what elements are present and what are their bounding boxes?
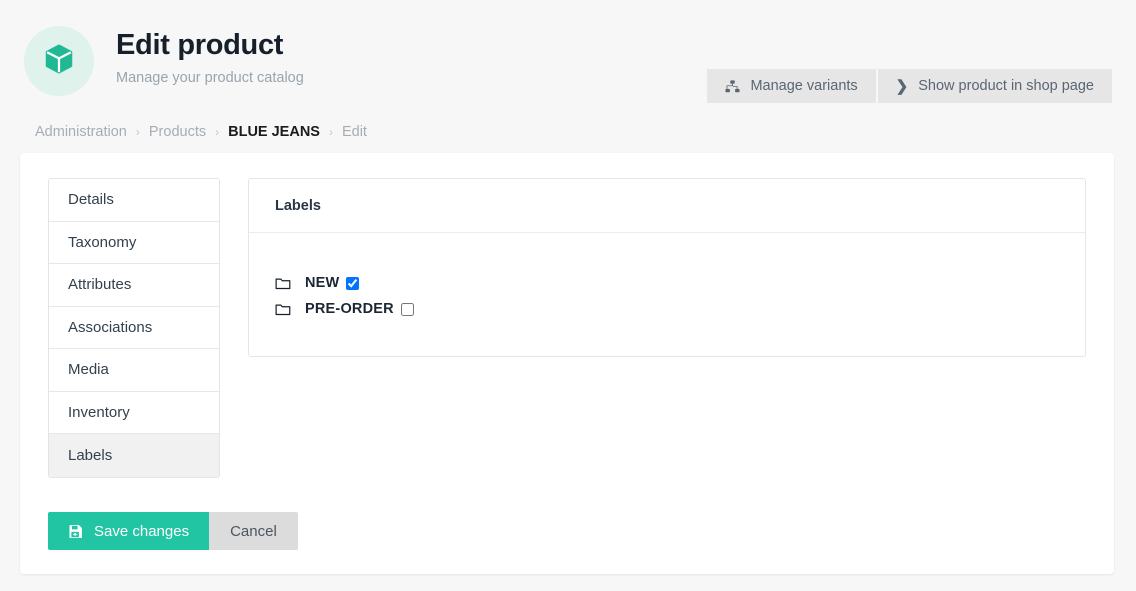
tab-label: Labels [68, 446, 113, 464]
manage-variants-label: Manage variants [750, 78, 858, 94]
sidebar-item-media[interactable]: Media [49, 349, 219, 392]
save-disk-icon [68, 524, 83, 539]
save-changes-label: Save changes [94, 522, 190, 540]
page-header: Edit product Manage your product catalog… [0, 0, 1136, 118]
brand-text: Edit product Manage your product catalog [116, 26, 304, 86]
sidebar-item-details[interactable]: Details [49, 179, 219, 222]
brand: Edit product Manage your product catalog [24, 26, 304, 96]
box-cube-icon [42, 42, 76, 81]
label-checkbox-pre-order[interactable] [400, 302, 414, 316]
label-row: NEW [275, 270, 1059, 296]
cancel-button[interactable]: Cancel [209, 512, 298, 550]
sidebar-item-inventory[interactable]: Inventory [49, 391, 219, 434]
breadcrumb-item-edit[interactable]: Edit [342, 124, 367, 140]
show-product-label: Show product in shop page [918, 78, 1094, 94]
folder-icon [275, 277, 292, 290]
breadcrumb-separator: › [215, 125, 220, 139]
labels-panel: Labels NEW PRE-ORDER [248, 178, 1086, 357]
breadcrumb: Administration › Products › BLUE JEANS ›… [35, 124, 367, 140]
app-logo [24, 26, 94, 96]
manage-variants-button[interactable]: Manage variants [707, 69, 876, 103]
sitemap-icon [725, 79, 741, 93]
header-actions: Manage variants ❯ Show product in shop p… [707, 69, 1112, 103]
label-checkbox-new[interactable] [346, 276, 360, 290]
page-subtitle: Manage your product catalog [116, 69, 304, 86]
chevron-right-icon: ❯ [895, 77, 909, 95]
label-name: PRE-ORDER [305, 301, 394, 317]
sidebar-item-attributes[interactable]: Attributes [49, 264, 219, 307]
product-tab-list: Details Taxonomy Attributes Associations… [48, 178, 220, 478]
breadcrumb-separator: › [328, 125, 333, 139]
breadcrumb-item-product-name: BLUE JEANS [228, 124, 320, 140]
tab-label: Media [68, 361, 109, 379]
breadcrumb-item-products[interactable]: Products [149, 124, 206, 140]
tab-label: Inventory [68, 403, 130, 421]
form-actions: Save changes Cancel [48, 512, 298, 550]
sidebar-item-taxonomy[interactable]: Taxonomy [49, 221, 219, 264]
page-title: Edit product [116, 29, 284, 61]
tab-label: Attributes [68, 276, 132, 294]
tab-label: Details [68, 191, 114, 209]
content-card: Details Taxonomy Attributes Associations… [20, 153, 1114, 574]
save-changes-button[interactable]: Save changes [48, 512, 210, 550]
label-name: NEW [305, 275, 340, 291]
show-product-in-shop-button[interactable]: ❯ Show product in shop page [877, 69, 1112, 103]
sidebar-item-associations[interactable]: Associations [49, 306, 219, 349]
sidebar-item-labels[interactable]: Labels [49, 434, 219, 477]
folder-icon [275, 303, 292, 316]
tab-label: Associations [68, 318, 153, 336]
tab-label: Taxonomy [68, 233, 137, 251]
breadcrumb-item-administration[interactable]: Administration [35, 124, 127, 140]
labels-panel-body: NEW PRE-ORDER [249, 233, 1085, 356]
label-row: PRE-ORDER [275, 296, 1059, 322]
labels-panel-header: Labels [249, 179, 1085, 233]
labels-panel-title: Labels [275, 197, 321, 214]
breadcrumb-separator: › [135, 125, 140, 139]
